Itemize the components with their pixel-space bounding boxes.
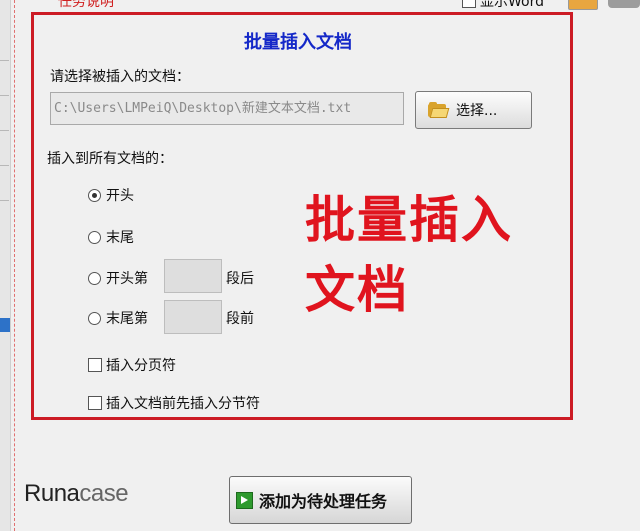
show-word-checkbox[interactable] [462, 0, 476, 8]
start-paragraph-number-input[interactable] [164, 259, 222, 293]
scroll-tick [0, 130, 9, 131]
radio-end-nth-label: 末尾第 [106, 311, 148, 327]
radio-end-nth[interactable] [88, 312, 101, 325]
toolbar-icon[interactable] [608, 0, 640, 8]
cut-title-text: 任务说明 [58, 0, 114, 10]
radio-start-nth-label: 开头第 [106, 271, 148, 287]
choose-file-button[interactable]: 选择... [415, 91, 532, 129]
radio-start[interactable] [88, 189, 101, 202]
radio-end[interactable] [88, 231, 101, 244]
toolbar-icon[interactable] [568, 0, 598, 10]
section-break-checkbox[interactable] [88, 396, 102, 410]
add-arrow-icon [236, 491, 253, 509]
choose-document-label: 请选择被插入的文档： [50, 69, 190, 85]
scroll-tick [0, 200, 9, 201]
scroll-tick [0, 95, 9, 96]
folder-icon [428, 102, 450, 118]
add-task-button-label: 添加为待处理任务 [259, 492, 388, 511]
before-paragraph-label: 段前 [226, 311, 254, 327]
end-paragraph-number-input[interactable] [164, 300, 222, 334]
after-paragraph-label: 段后 [226, 271, 254, 287]
left-scrollbar[interactable] [0, 0, 11, 531]
overlay-caption-line-1: 批量插入 [305, 191, 513, 249]
insert-position-label: 插入到所有文档的： [47, 151, 173, 167]
dialog-title: 批量插入文档 [244, 32, 352, 53]
section-break-label: 插入文档前先插入分节符 [106, 396, 260, 412]
panel-divider [14, 0, 15, 531]
runacase-logo: Runacase [24, 480, 129, 507]
radio-start-nth[interactable] [88, 272, 101, 285]
top-toolbar: 任务说明 显示Word [0, 0, 640, 11]
radio-end-label: 末尾 [106, 230, 134, 246]
scroll-tick [0, 60, 9, 61]
overlay-caption-line-2: 文档 [305, 261, 409, 319]
show-word-label: 显示Word [480, 0, 544, 10]
page-break-checkbox[interactable] [88, 358, 102, 372]
scroll-tick [0, 165, 9, 166]
page-break-label: 插入分页符 [106, 358, 176, 374]
document-path-field[interactable]: C:\Users\LMPeiQ\Desktop\新建文本文档.txt [50, 92, 404, 125]
left-selection-marker [0, 318, 10, 332]
add-task-button[interactable]: 添加为待处理任务 [229, 476, 412, 524]
radio-start-label: 开头 [106, 188, 134, 204]
choose-button-label: 选择... [456, 103, 498, 119]
